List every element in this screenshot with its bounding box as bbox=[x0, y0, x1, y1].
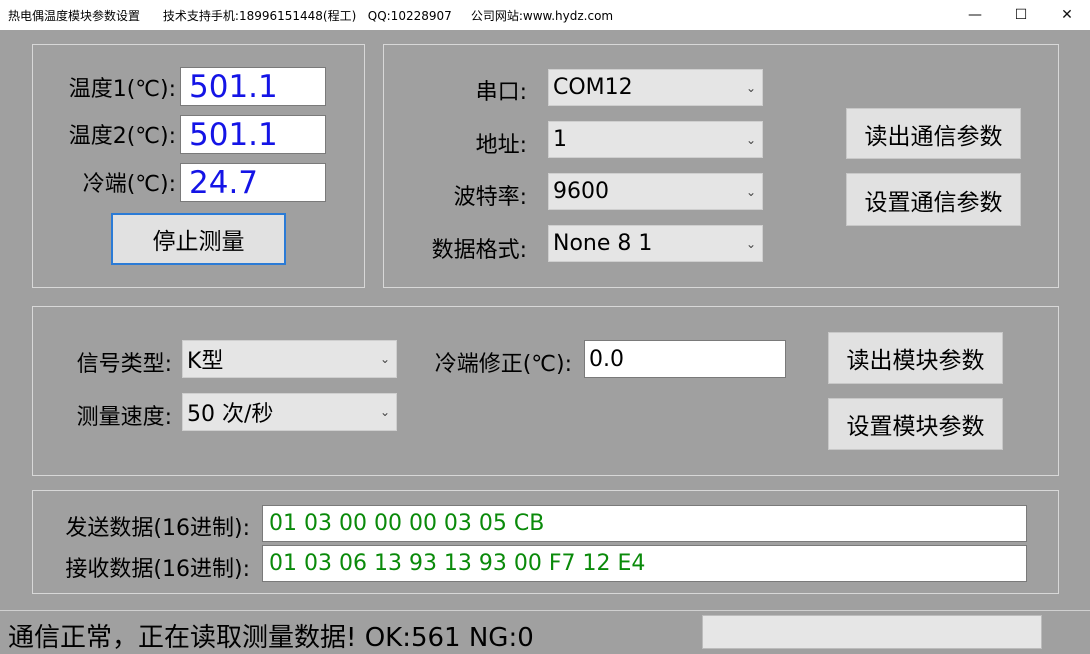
window-title: 热电偶温度模块参数设置 bbox=[8, 9, 141, 23]
signal-type-select[interactable]: K型 ⌄ bbox=[182, 340, 397, 378]
support-qq: QQ:10228907 bbox=[367, 9, 452, 23]
measure-speed-value: 50 次/秒 bbox=[187, 402, 274, 427]
temp1-value: 501.1 bbox=[180, 67, 326, 106]
temp2-value: 501.1 bbox=[180, 115, 326, 154]
signal-type-value: K型 bbox=[187, 349, 224, 374]
read-module-params-button[interactable]: 读出模块参数 bbox=[828, 332, 1003, 384]
recv-data-label: 接收数据(16进制): bbox=[65, 557, 250, 582]
data-format-label: 数据格式: bbox=[431, 238, 527, 263]
progress-bar bbox=[702, 615, 1042, 649]
support-phone: 技术支持手机:18996151448(程工) bbox=[162, 9, 357, 23]
baud-value: 9600 bbox=[553, 179, 609, 204]
status-bar: 通信正常，正在读取测量数据! OK:561 NG:0 bbox=[0, 610, 1090, 653]
send-data-label: 发送数据(16进制): bbox=[65, 516, 250, 541]
chevron-down-icon: ⌄ bbox=[379, 352, 390, 366]
recv-data-field[interactable]: 01 03 06 13 93 13 93 00 F7 12 E4 bbox=[262, 545, 1027, 582]
signal-type-label: 信号类型: bbox=[76, 352, 172, 377]
stop-measure-button[interactable]: 停止测量 bbox=[111, 213, 286, 265]
status-message: 通信正常，正在读取测量数据! OK:561 NG:0 bbox=[8, 623, 534, 653]
cold-fix-input[interactable]: 0.0 bbox=[584, 340, 786, 378]
cold-junction-value: 24.7 bbox=[180, 163, 326, 202]
data-format-select[interactable]: None 8 1 ⌄ bbox=[548, 225, 763, 262]
close-button[interactable]: ✕ bbox=[1044, 0, 1090, 30]
chevron-down-icon: ⌄ bbox=[745, 132, 756, 147]
read-comm-params-button[interactable]: 读出通信参数 bbox=[846, 108, 1021, 159]
chevron-down-icon: ⌄ bbox=[745, 80, 756, 95]
port-label: 串口: bbox=[475, 80, 527, 105]
close-icon: ✕ bbox=[1061, 7, 1073, 23]
chevron-down-icon: ⌄ bbox=[745, 184, 756, 199]
temp1-label: 温度1(℃): bbox=[68, 77, 176, 102]
chevron-down-icon: ⌄ bbox=[379, 405, 390, 419]
measure-speed-select[interactable]: 50 次/秒 ⌄ bbox=[182, 393, 397, 431]
company-website: 公司网站:www.hydz.com bbox=[470, 9, 614, 23]
maximize-button[interactable]: ☐ bbox=[998, 0, 1044, 30]
data-format-value: None 8 1 bbox=[553, 231, 653, 256]
cold-fix-label: 冷端修正(℃): bbox=[434, 352, 572, 377]
port-value: COM12 bbox=[553, 75, 633, 100]
send-data-field[interactable]: 01 03 00 00 00 03 05 CB bbox=[262, 505, 1027, 542]
address-select[interactable]: 1 ⌄ bbox=[548, 121, 763, 158]
baud-label: 波特率: bbox=[453, 185, 527, 210]
set-module-params-button[interactable]: 设置模块参数 bbox=[828, 398, 1003, 450]
window-title-line: 热电偶温度模块参数设置 技术支持手机:18996151448(程工) QQ:10… bbox=[8, 7, 613, 24]
baud-select[interactable]: 9600 ⌄ bbox=[548, 173, 763, 210]
temp2-label: 温度2(℃): bbox=[68, 124, 176, 149]
cold-junction-label: 冷端(℃): bbox=[82, 172, 176, 197]
address-value: 1 bbox=[553, 127, 567, 152]
maximize-icon: ☐ bbox=[1014, 7, 1028, 23]
port-select[interactable]: COM12 ⌄ bbox=[548, 69, 763, 106]
chevron-down-icon: ⌄ bbox=[745, 236, 756, 251]
minimize-button[interactable]: — bbox=[952, 0, 998, 30]
address-label: 地址: bbox=[475, 133, 527, 158]
set-comm-params-button[interactable]: 设置通信参数 bbox=[846, 173, 1021, 226]
minimize-icon: — bbox=[968, 7, 982, 23]
title-bar: 热电偶温度模块参数设置 技术支持手机:18996151448(程工) QQ:10… bbox=[0, 0, 1090, 30]
measure-speed-label: 测量速度: bbox=[76, 405, 172, 430]
